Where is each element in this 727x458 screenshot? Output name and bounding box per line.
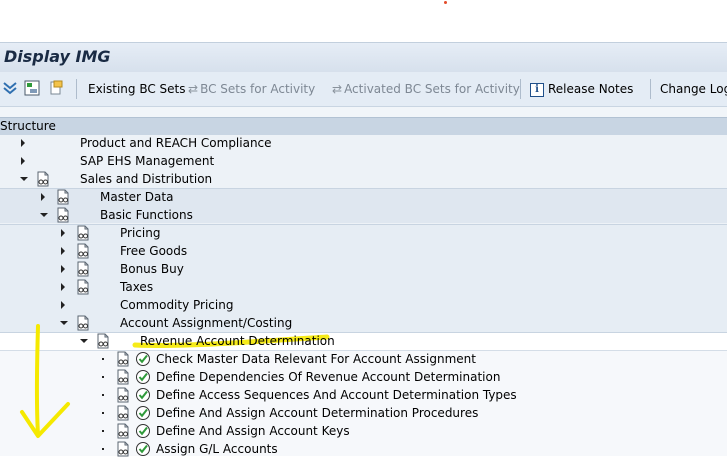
documentation-icon[interactable] — [115, 387, 131, 403]
documentation-icon[interactable] — [35, 171, 51, 187]
tree-node-label[interactable]: SAP EHS Management — [80, 152, 214, 170]
tree-node-label[interactable]: Free Goods — [120, 242, 187, 260]
bc-set-icon: ⇄ — [188, 82, 199, 96]
collapse-node-icon[interactable] — [40, 213, 48, 217]
expand-subtree-icon[interactable] — [2, 80, 18, 96]
tree-node-label[interactable]: Define And Assign Account Keys — [156, 422, 350, 440]
release-notes-label: Release Notes — [548, 82, 634, 96]
collapse-node-icon[interactable] — [20, 177, 28, 181]
tree-node-row[interactable]: Pricing — [0, 224, 727, 242]
tree-node-row[interactable]: Sales and Distribution — [0, 170, 727, 188]
release-notes-button[interactable]: i Release Notes — [530, 80, 633, 98]
find-icon[interactable] — [48, 80, 64, 96]
tree-node-row[interactable]: Bonus Buy — [0, 260, 727, 278]
tree-node-row[interactable]: Master Data — [0, 188, 727, 206]
tree-node-label[interactable]: Master Data — [100, 188, 173, 206]
leaf-bullet-icon — [102, 376, 104, 378]
expand-node-icon[interactable] — [21, 157, 25, 165]
tree-node-row[interactable]: SAP EHS Management — [0, 152, 727, 170]
documentation-icon[interactable] — [75, 279, 91, 295]
execute-clock-icon[interactable] — [135, 405, 151, 421]
leaf-bullet-icon — [102, 448, 104, 450]
bc-sets-for-activity-label: BC Sets for Activity — [200, 82, 316, 96]
tree-node-row[interactable]: Basic Functions — [0, 206, 727, 224]
execute-clock-icon[interactable] — [135, 423, 151, 439]
tree-node-label[interactable]: Assign G/L Accounts — [156, 440, 278, 458]
activated-bc-sets-label: Activated BC Sets for Activity — [344, 82, 520, 96]
tree-node-row[interactable]: Free Goods — [0, 242, 727, 260]
tree-node-row[interactable]: Revenue Account Determination — [0, 332, 727, 350]
toolbar-separator — [76, 79, 77, 99]
expand-node-icon[interactable] — [61, 283, 65, 291]
expand-node-icon[interactable] — [21, 139, 25, 147]
yellow-arrow-annotation — [20, 324, 70, 438]
page-title: Display IMG — [4, 47, 111, 66]
tree-node-label[interactable]: Check Master Data Relevant For Account A… — [156, 350, 476, 368]
documentation-icon[interactable] — [55, 189, 71, 205]
execute-clock-icon[interactable] — [135, 387, 151, 403]
tree-node-label[interactable]: Define And Assign Account Determination … — [156, 404, 478, 422]
bc-sets-for-activity-button[interactable]: ⇄ BC Sets for Activity — [188, 80, 315, 98]
structure-header-label: Structure — [0, 119, 56, 133]
expand-node-icon[interactable] — [61, 301, 65, 309]
tree-activity-row[interactable]: Define Dependencies Of Revenue Account D… — [0, 368, 727, 386]
expand-node-icon[interactable] — [61, 265, 65, 273]
tree-node-label[interactable]: Account Assignment/Costing — [120, 314, 292, 332]
documentation-icon[interactable] — [75, 243, 91, 259]
expand-node-icon[interactable] — [61, 229, 65, 237]
tree-node-row[interactable]: Commodity Pricing — [0, 296, 727, 314]
tree-activity-row[interactable]: Define Access Sequences And Account Dete… — [0, 386, 727, 404]
toolbar-separator — [520, 79, 521, 99]
tree-node-row[interactable]: Taxes — [0, 278, 727, 296]
leaf-bullet-icon — [102, 394, 104, 396]
tree-node-label[interactable]: Basic Functions — [100, 206, 193, 224]
tree-activity-row[interactable]: Check Master Data Relevant For Account A… — [0, 350, 727, 368]
expand-node-icon[interactable] — [61, 247, 65, 255]
tree-activity-row[interactable]: Define And Assign Account Determination … — [0, 404, 727, 422]
execute-clock-icon[interactable] — [135, 369, 151, 385]
tree-node-label[interactable]: Revenue Account Determination — [140, 332, 335, 350]
documentation-icon[interactable] — [115, 405, 131, 421]
info-icon: i — [530, 82, 544, 97]
tree-node-label[interactable]: Define Dependencies Of Revenue Account D… — [156, 368, 500, 386]
top-white-strip — [0, 0, 727, 42]
leaf-bullet-icon — [102, 412, 104, 414]
title-bar: Display IMG — [0, 42, 727, 73]
collapse-node-icon[interactable] — [80, 339, 88, 343]
documentation-icon[interactable] — [115, 351, 131, 367]
change-log-button[interactable]: Change Log — [660, 80, 727, 98]
toolbar-separator — [650, 79, 651, 99]
tree-node-label[interactable]: Bonus Buy — [120, 260, 184, 278]
leaf-bullet-icon — [102, 430, 104, 432]
activated-bc-sets-button[interactable]: ⇄ Activated BC Sets for Activity — [332, 80, 520, 98]
execute-clock-icon[interactable] — [135, 351, 151, 367]
cursor-dot — [444, 1, 447, 4]
tree-node-label[interactable]: Define Access Sequences And Account Dete… — [156, 386, 517, 404]
documentation-icon[interactable] — [95, 333, 111, 349]
toolbar-gap — [0, 107, 727, 117]
documentation-icon[interactable] — [75, 261, 91, 277]
documentation-icon[interactable] — [115, 423, 131, 439]
tree-node-label[interactable]: Pricing — [120, 224, 160, 242]
activated-bc-set-icon: ⇄ — [332, 82, 343, 96]
leaf-bullet-icon — [102, 358, 104, 360]
tree-node-row[interactable]: Product and REACH Compliance — [0, 134, 727, 152]
documentation-icon[interactable] — [75, 225, 91, 241]
expand-node-icon[interactable] — [41, 193, 45, 201]
tree-node-label[interactable]: Product and REACH Compliance — [80, 134, 272, 152]
application-toolbar: Existing BC Sets ⇄ BC Sets for Activity ⇄… — [0, 72, 727, 107]
tree-activity-row[interactable]: Define And Assign Account Keys — [0, 422, 727, 440]
tree-activity-row[interactable]: Assign G/L Accounts — [0, 440, 727, 458]
documentation-icon[interactable] — [55, 207, 71, 223]
tree-node-label[interactable]: Sales and Distribution — [80, 170, 212, 188]
tree-node-row[interactable]: Account Assignment/Costing — [0, 314, 727, 332]
documentation-icon[interactable] — [115, 369, 131, 385]
collapse-subtree-icon[interactable] — [24, 80, 40, 96]
tree-node-label[interactable]: Commodity Pricing — [120, 296, 233, 314]
tree-node-label[interactable]: Taxes — [120, 278, 153, 296]
existing-bc-sets-button[interactable]: Existing BC Sets — [88, 80, 186, 98]
